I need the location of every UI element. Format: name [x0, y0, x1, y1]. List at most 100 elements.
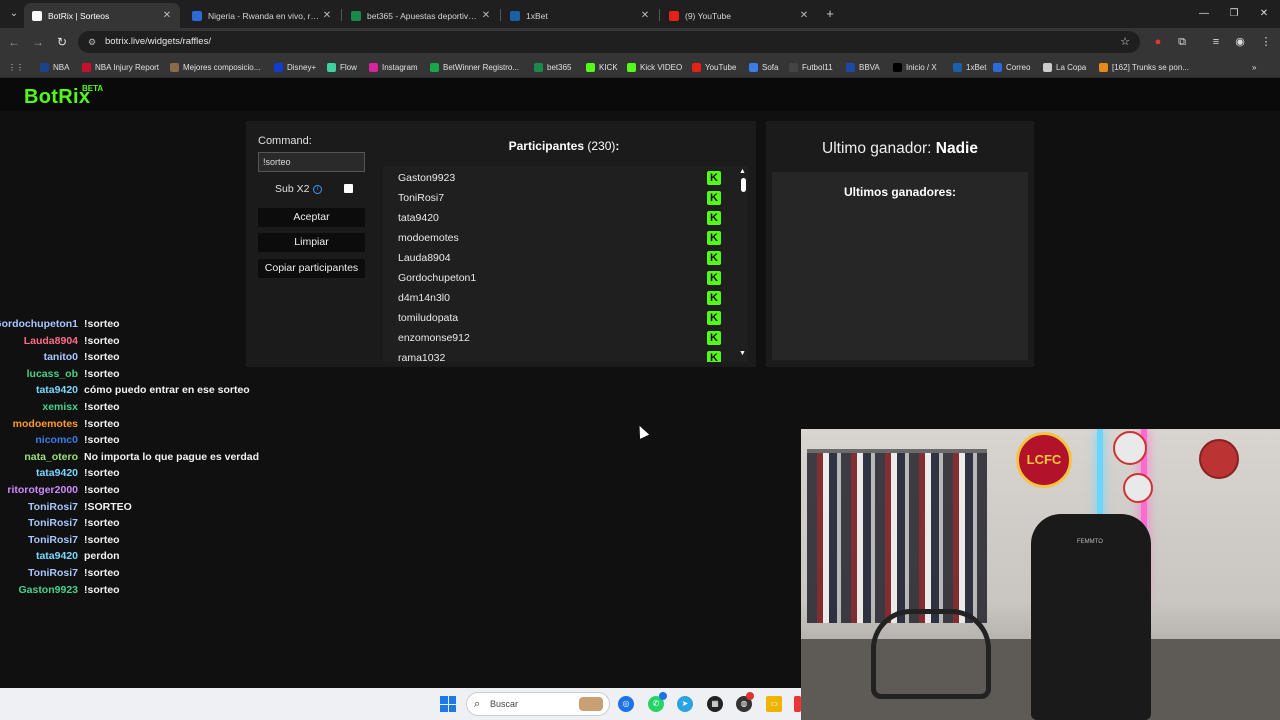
winner-panel: Ultimo ganador: Nadie Ultimos ganadores: [766, 121, 1034, 367]
chat-message: ritorotger2000 !sorteo [0, 484, 300, 500]
telegram-icon[interactable]: ➤ [677, 696, 693, 712]
tab-close-icon[interactable]: ✕ [160, 10, 174, 21]
copy-participants-button[interactable]: Copiar participantes [258, 259, 365, 278]
restore-icon[interactable]: ❐ [1226, 6, 1242, 22]
bookmark-item[interactable]: [162] Trunks se pon... [1099, 60, 1189, 74]
chat-username[interactable]: tata9420 [36, 467, 78, 479]
participant-row[interactable]: enzomonse912 K [383, 328, 728, 348]
bookmark-item[interactable]: NBA [40, 60, 69, 74]
app-icon[interactable]: ▦ [707, 696, 723, 712]
chat-username[interactable]: nicomc0 [35, 434, 78, 446]
file-explorer-icon[interactable]: ▭ [766, 696, 782, 712]
bookmark-item[interactable]: Correo [993, 60, 1030, 74]
info-icon[interactable]: i [313, 185, 322, 194]
bookmark-item[interactable]: Inicio / X [893, 60, 937, 74]
bookmark-item[interactable]: BetWinner Registro... [430, 60, 519, 74]
bookmark-item[interactable]: Futbol11 [789, 60, 833, 74]
chat-username[interactable]: ToniRosi7 [28, 567, 78, 579]
browser-tab[interactable]: bet365 - Apuestas deportivas e ✕ [343, 3, 499, 28]
tab-close-icon[interactable]: ✕ [479, 10, 493, 21]
browser-tab[interactable]: 1xBet ✕ [502, 3, 658, 28]
extensions-icon[interactable]: ⧉ [1174, 34, 1190, 50]
url-text[interactable]: botrix.live/widgets/raffles/ [105, 35, 211, 49]
chat-username[interactable]: xemisx [42, 401, 78, 413]
participant-row[interactable]: modoemotes K [383, 228, 728, 248]
bookmark-item[interactable]: Flow [327, 60, 357, 74]
bookmark-star-icon[interactable]: ☆ [1120, 35, 1130, 49]
bookmark-item[interactable]: KICK [586, 60, 618, 74]
windows-start-icon[interactable] [440, 696, 456, 712]
chat-username[interactable]: tata9420 [36, 550, 78, 562]
site-info-icon[interactable]: ⚙ [86, 36, 98, 48]
bookmark-item[interactable]: BBVA [846, 60, 880, 74]
browser-tab[interactable]: BotRix | Sorteos ✕ [24, 3, 180, 28]
chat-username[interactable]: modoemotes [13, 418, 78, 430]
chat-username[interactable]: Lauda8904 [24, 335, 78, 347]
bookmark-item[interactable]: Mejores composicio... [170, 60, 260, 74]
more-bookmarks-icon[interactable]: » [1252, 60, 1256, 74]
kick-platform-icon: K [707, 331, 721, 345]
taskbar-search[interactable]: ⌕ Buscar [466, 692, 610, 716]
participant-row[interactable]: ToniRosi7 K [383, 188, 728, 208]
participant-row[interactable]: d4m14n3l0 K [383, 288, 728, 308]
bookmark-item[interactable]: Instagram [369, 60, 418, 74]
botrix-logo[interactable]: BotRix [24, 86, 90, 109]
reload-icon[interactable]: ↻ [54, 34, 70, 50]
tab-close-icon[interactable]: ✕ [797, 10, 811, 21]
kebab-menu-icon[interactable]: ⋮ [1258, 34, 1274, 50]
back-icon[interactable]: ← [6, 34, 22, 50]
new-tab-button[interactable]: + [822, 6, 838, 22]
chat-username[interactable]: tata9420 [36, 384, 78, 396]
chrome-icon[interactable]: ◎ [618, 696, 634, 712]
participant-row[interactable]: Gordochupeton1 K [383, 268, 728, 288]
bookmark-item[interactable]: NBA Injury Report [82, 60, 159, 74]
clear-button[interactable]: Limpiar [258, 233, 365, 252]
chat-username[interactable]: Gordochupeton1 [0, 318, 78, 330]
close-window-icon[interactable]: ✕ [1256, 6, 1272, 22]
participant-row[interactable]: tomiludopata K [383, 308, 728, 328]
bookmark-item[interactable]: Kick VIDEO [627, 60, 682, 74]
participant-row[interactable]: tata9420 K [383, 208, 728, 228]
browser-tab[interactable]: Nigeria - Rwanda en vivo, result ✕ [184, 3, 340, 28]
bookmark-item[interactable]: La Copa [1043, 60, 1086, 74]
scroll-up-arrow-icon[interactable]: ▲ [739, 168, 746, 175]
taskbar: ⌕ Buscar ◎ ✆ ➤ ▦ ◍ ▭ [0, 688, 801, 720]
browser-tab[interactable]: (9) YouTube ✕ [661, 3, 817, 28]
last-winners-title: Ultimos ganadores: [843, 185, 957, 199]
bookmark-item[interactable]: Sofa [749, 60, 778, 74]
chat-username[interactable]: ToniRosi7 [28, 534, 78, 546]
address-bar[interactable]: ⚙ botrix.live/widgets/raffles/ ☆ [78, 31, 1140, 53]
chat-username[interactable]: nata_otero [24, 451, 78, 463]
scrollbar-thumb[interactable] [741, 178, 746, 192]
minimize-icon[interactable]: — [1196, 6, 1212, 22]
extension-red-icon[interactable]: ● [1150, 34, 1166, 50]
chat-username[interactable]: lucass_ob [27, 368, 78, 380]
chat-username[interactable]: ToniRosi7 [28, 517, 78, 529]
chat-username[interactable]: ToniRosi7 [28, 501, 78, 513]
chat-username[interactable]: Gaston9923 [18, 584, 78, 596]
tab-close-icon[interactable]: ✕ [638, 10, 652, 21]
sub-x2-checkbox[interactable] [344, 184, 353, 193]
forward-icon[interactable]: → [30, 34, 46, 50]
command-input[interactable] [258, 152, 365, 172]
participant-row[interactable]: rama1032 K [383, 348, 728, 362]
chat-username[interactable]: ritorotger2000 [7, 484, 78, 496]
bookmark-item[interactable]: Disney+ [274, 60, 316, 74]
taskbar-app-icon[interactable] [794, 696, 801, 712]
media-control-icon[interactable]: ≡ [1208, 34, 1224, 50]
bookmark-item[interactable]: 1xBet [953, 60, 986, 74]
participant-row[interactable]: Gaston9923 K [383, 168, 728, 188]
bookmark-item[interactable]: bet365 [534, 60, 571, 74]
recording-badge [746, 692, 754, 700]
participant-row[interactable]: Lauda8904 K [383, 248, 728, 268]
apps-grid-icon[interactable]: ⋮⋮ [8, 60, 24, 74]
accept-button[interactable]: Aceptar [258, 208, 365, 227]
bookmark-favicon-icon [692, 62, 701, 72]
tab-search-icon[interactable]: ⌄ [6, 6, 22, 22]
participants-list[interactable]: Gaston9923 K ToniRosi7 Ktata9420 Kmodoemotes… [383, 166, 748, 362]
scroll-down-arrow-icon[interactable]: ▼ [739, 350, 746, 357]
profile-avatar-icon[interactable]: ◉ [1232, 34, 1248, 50]
tab-close-icon[interactable]: ✕ [320, 10, 334, 21]
bookmark-item[interactable]: YouTube [692, 60, 736, 74]
chat-username[interactable]: tanito0 [44, 351, 78, 363]
